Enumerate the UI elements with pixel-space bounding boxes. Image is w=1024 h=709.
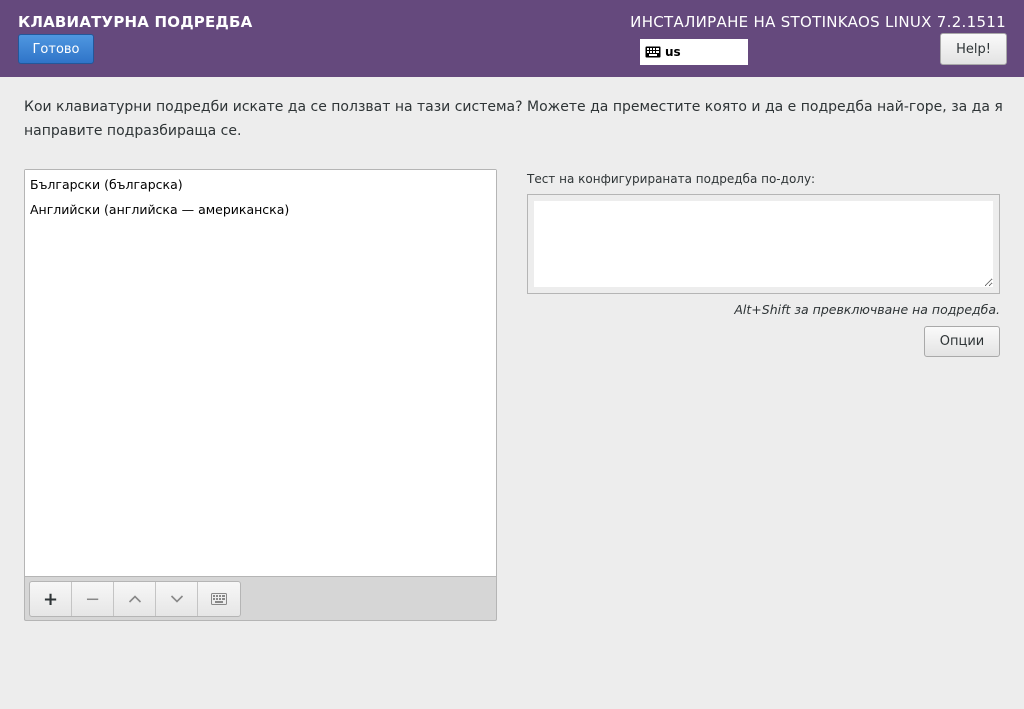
spoke-title: КЛАВИАТУРНА ПОДРЕДБА — [18, 13, 253, 31]
add-layout-button[interactable]: + — [30, 582, 72, 616]
options-button[interactable]: Опции — [924, 326, 1000, 357]
layout-switch-hint: Alt+Shift за превключване на подредба. — [734, 302, 1000, 317]
test-layout-frame — [527, 194, 1000, 294]
help-button[interactable]: Help! — [940, 33, 1007, 65]
layout-panel: Български (българска) Английски (английс… — [24, 169, 497, 621]
keyboard-layout-code: us — [665, 45, 681, 59]
chevron-down-icon — [170, 594, 184, 604]
list-item[interactable]: Български (българска) — [25, 172, 496, 197]
layout-question: Кои клавиатурни подредби искате да се по… — [24, 99, 1003, 139]
remove-layout-button[interactable]: − — [72, 582, 114, 616]
move-down-button[interactable] — [156, 582, 198, 616]
chevron-up-icon — [128, 594, 142, 604]
test-layout-input[interactable] — [534, 201, 993, 287]
keyboard-icon — [645, 46, 661, 58]
test-layout-label: Тест на конфигурираната подредба по-долу… — [527, 172, 816, 186]
product-title: ИНСТАЛИРАНЕ НА STOTINKAOS LINUX 7.2.1511 — [630, 13, 1006, 31]
list-item[interactable]: Английски (английска — американска) — [25, 197, 496, 222]
header-bar: КЛАВИАТУРНА ПОДРЕДБА Готово ИНСТАЛИРАНЕ … — [0, 0, 1024, 77]
move-up-button[interactable] — [114, 582, 156, 616]
keyboard-layout-indicator[interactable]: us — [640, 39, 748, 65]
done-button[interactable]: Готово — [18, 34, 94, 64]
minus-icon: − — [84, 588, 101, 610]
layout-list[interactable]: Български (българска) Английски (английс… — [25, 170, 496, 577]
keyboard-icon — [211, 593, 227, 605]
preview-layout-button[interactable] — [198, 582, 240, 616]
plus-icon: + — [42, 588, 59, 610]
layout-toolbar: + − — [29, 581, 241, 617]
